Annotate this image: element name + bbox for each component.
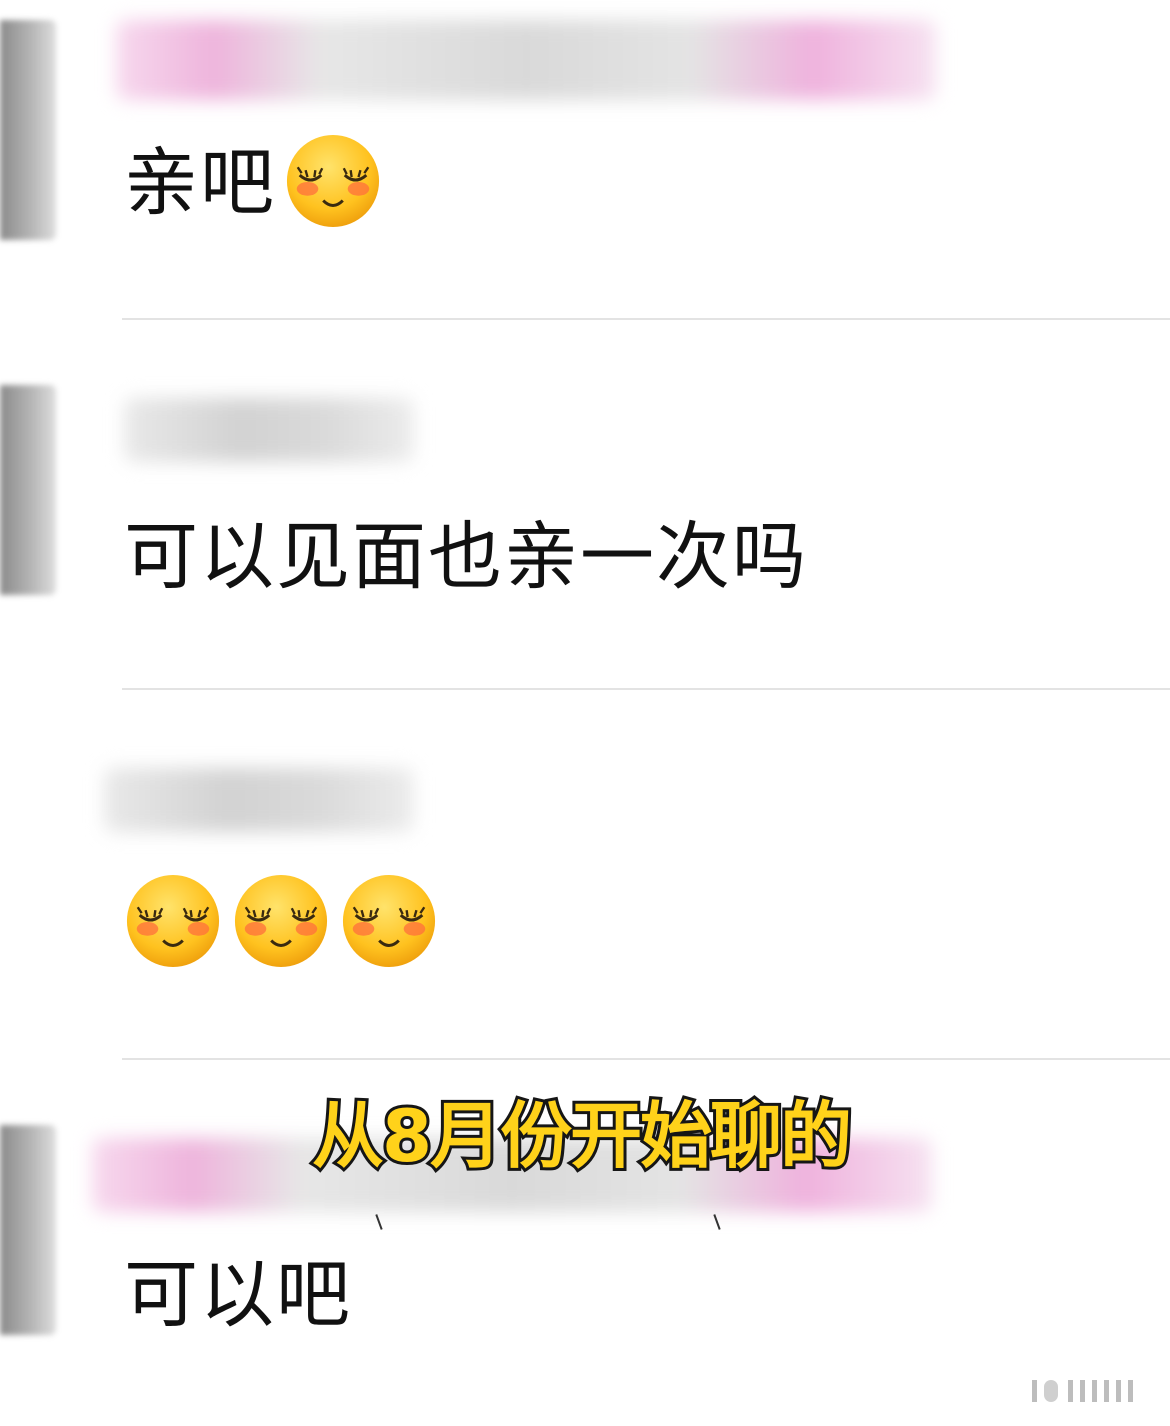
smiling-blush-eyes-closed-icon <box>342 875 436 968</box>
divider <box>122 1058 1170 1060</box>
message-item <box>124 872 438 970</box>
smiling-blush-eyes-closed-icon <box>126 875 220 968</box>
smiling-blush-eyes-closed-icon <box>234 875 328 968</box>
message-item: 亲吧 <box>124 135 382 230</box>
sender-name-blurred <box>116 20 936 100</box>
divider <box>122 688 1170 690</box>
avatar <box>0 385 56 595</box>
avatar <box>0 1125 56 1335</box>
smiling-blush-eyes-closed-icon <box>286 135 380 228</box>
sender-name-blurred <box>124 398 414 462</box>
video-subtitle: 从8月份开始聊的 <box>309 1091 855 1181</box>
sender-name-blurred <box>104 768 414 832</box>
avatar <box>0 20 56 240</box>
message-item: 可以见面也亲一次吗 <box>124 512 808 602</box>
divider <box>122 318 1170 320</box>
message-text: 亲吧 <box>124 140 276 226</box>
scroll-indicator-icon <box>1032 1380 1133 1402</box>
message-item: 可以吧 <box>124 1250 352 1340</box>
message-text: 可以见面也亲一次吗 <box>124 514 808 600</box>
marker <box>375 1214 383 1230</box>
message-text: 可以吧 <box>124 1252 352 1338</box>
marker <box>713 1214 721 1230</box>
